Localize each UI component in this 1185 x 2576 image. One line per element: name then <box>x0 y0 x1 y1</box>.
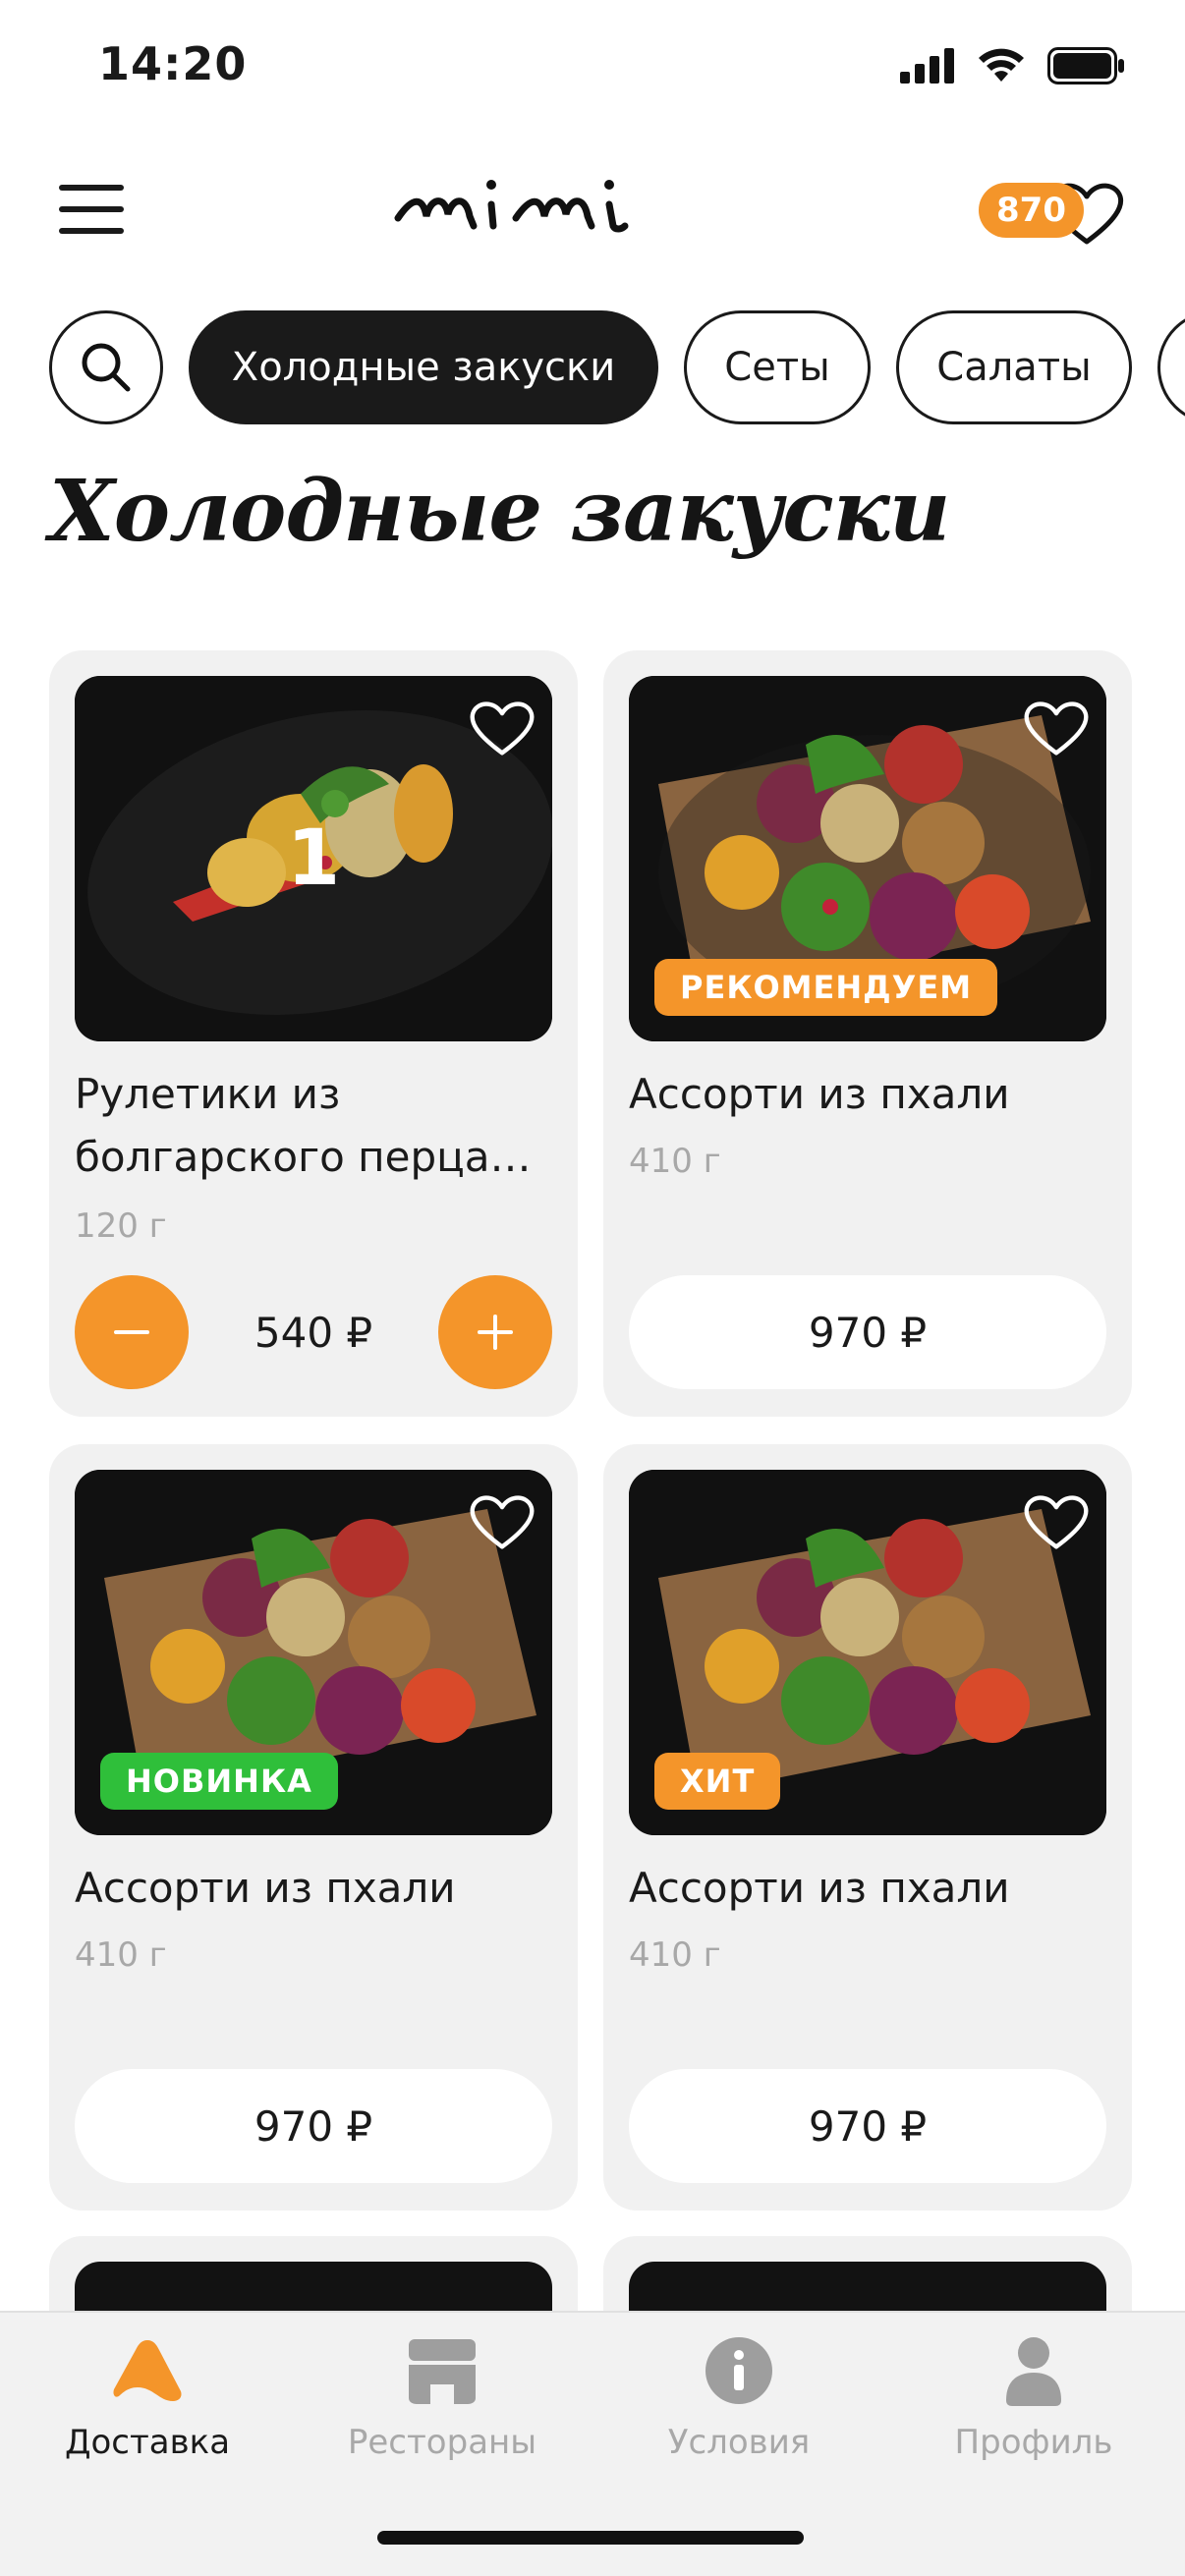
product-weight: 410 г <box>629 1142 721 1181</box>
product-name: Рулетики из болгарского перца… <box>75 1070 532 1181</box>
bonus-points-badge: 870 <box>979 183 1084 238</box>
product-card[interactable]: ХИТ Ассорти из пхали 410 г 970 ₽ <box>603 1444 1132 2211</box>
product-weight: 410 г <box>629 1935 721 1975</box>
cellular-signal-icon <box>900 48 954 84</box>
search-button[interactable] <box>49 310 163 424</box>
favorite-heart-icon[interactable] <box>468 1491 536 1552</box>
nav-conditions[interactable]: Условия <box>592 2326 886 2474</box>
minus-icon <box>114 1330 149 1334</box>
quantity-stepper: 540 ₽ <box>75 1275 552 1389</box>
product-weight: 410 г <box>75 1935 167 1975</box>
product-name: Ассорти из пхали <box>629 1864 1010 1912</box>
mimi-logo <box>394 180 629 233</box>
nav-restaurants[interactable]: Рестораны <box>295 2326 590 2474</box>
home-indicator <box>377 2531 804 2545</box>
product-card[interactable]: 1 Рулетики из болгарского перца… 120 г 5… <box>49 650 578 1417</box>
product-photo: 1 <box>75 676 552 1041</box>
tab-salads[interactable]: Салаты <box>896 310 1132 424</box>
add-to-cart-button[interactable]: 970 ₽ <box>629 2069 1106 2183</box>
product-name: Ассорти из пхали <box>629 1070 1010 1118</box>
nav-label: Условия <box>667 2423 811 2462</box>
product-card[interactable]: НОВИНКА Ассорти из пхали 410 г 970 ₽ <box>49 1444 578 2211</box>
nav-delivery[interactable]: Доставка <box>0 2326 295 2474</box>
search-icon <box>82 343 131 392</box>
info-icon <box>704 2326 774 2415</box>
new-badge: НОВИНКА <box>100 1753 338 1810</box>
menu-icon-line <box>59 228 124 234</box>
bonus-points-button[interactable]: 870 <box>979 169 1126 257</box>
menu-button[interactable] <box>59 185 124 234</box>
increase-quantity-button[interactable] <box>438 1275 552 1389</box>
nav-label: Профиль <box>954 2423 1113 2462</box>
favorite-heart-icon[interactable] <box>1022 1491 1091 1552</box>
tab-sets[interactable]: Сеты <box>684 310 871 424</box>
nav-label: Доставка <box>64 2423 231 2462</box>
recommended-badge: РЕКОМЕНДУЕМ <box>654 959 998 1016</box>
status-time: 14:20 <box>98 37 248 90</box>
category-tabs: Холодные закуски Сеты Салаты <box>0 310 1185 426</box>
restaurant-icon <box>405 2326 480 2415</box>
product-weight: 120 г <box>75 1206 167 1246</box>
menu-icon-line <box>59 206 124 212</box>
plus-icon <box>478 1315 513 1350</box>
tab-cold-appetizers[interactable]: Холодные закуски <box>189 310 658 424</box>
product-photo: НОВИНКА <box>75 1470 552 1835</box>
hit-badge: ХИТ <box>654 1753 781 1810</box>
app-header: 870 <box>0 147 1185 275</box>
nav-profile[interactable]: Профиль <box>886 2326 1181 2474</box>
decrease-quantity-button[interactable] <box>75 1275 189 1389</box>
status-bar: 14:20 <box>0 0 1185 138</box>
product-photo: ХИТ <box>629 1470 1106 1835</box>
battery-icon <box>1047 47 1124 84</box>
product-price: 540 ₽ <box>254 1308 373 1357</box>
favorite-heart-icon[interactable] <box>1022 698 1091 758</box>
tab-next-category[interactable] <box>1157 310 1185 424</box>
product-name: Ассорти из пхали <box>75 1864 456 1912</box>
section-title: Холодные закуски <box>49 462 950 561</box>
add-to-cart-button[interactable]: 970 ₽ <box>75 2069 552 2183</box>
product-card[interactable]: РЕКОМЕНДУЕМ Ассорти из пхали 410 г 970 ₽ <box>603 650 1132 1417</box>
status-icons <box>900 47 1126 84</box>
delivery-icon <box>110 2326 185 2415</box>
menu-icon-line <box>59 185 124 191</box>
product-photo: РЕКОМЕНДУЕМ <box>629 676 1106 1041</box>
favorite-heart-icon[interactable] <box>468 698 536 758</box>
nav-label: Рестораны <box>347 2423 537 2462</box>
add-to-cart-button[interactable]: 970 ₽ <box>629 1275 1106 1389</box>
wifi-icon <box>979 48 1024 82</box>
profile-icon <box>1004 2326 1063 2415</box>
